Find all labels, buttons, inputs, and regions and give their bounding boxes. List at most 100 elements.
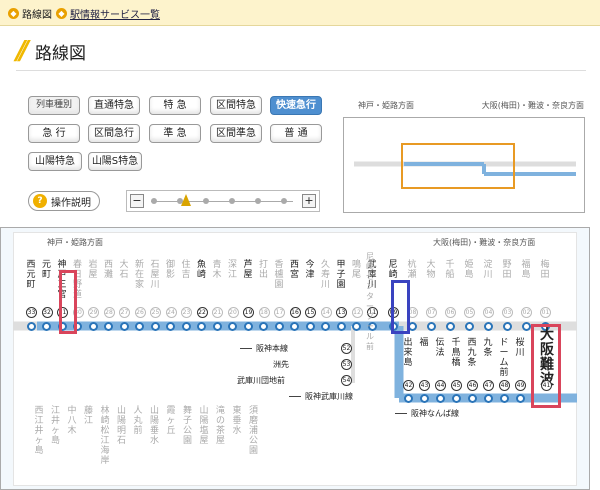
train-type-button[interactable]: 山陽特急 <box>28 152 82 171</box>
zoom-in-button[interactable]: + <box>302 194 316 208</box>
sanyo-station-name[interactable]: 山陽垂水 <box>149 406 161 446</box>
station-dot[interactable] <box>135 321 144 331</box>
breadcrumb-link-label[interactable]: 駅情報サービス一覧 <box>70 6 160 21</box>
namba-station-name[interactable]: 桜川 <box>514 338 526 358</box>
station-name[interactable]: 鳴尾 <box>351 260 363 280</box>
namba-station-name[interactable]: 九条 <box>482 338 494 358</box>
branch-station-name[interactable]: 洲先 <box>273 360 289 370</box>
sanyo-station-name[interactable]: 滝の茶屋 <box>215 406 227 446</box>
station-name[interactable]: 淀川 <box>482 260 494 280</box>
station-name[interactable]: 魚崎 <box>196 260 208 280</box>
station-dot[interactable] <box>336 321 346 331</box>
breadcrumb-link[interactable]: ◆ 駅情報サービス一覧 <box>56 6 160 21</box>
namba-station-dot[interactable] <box>435 393 445 403</box>
station-dot[interactable] <box>290 321 299 331</box>
namba-station-dot[interactable] <box>515 393 525 403</box>
sanyo-station-name[interactable]: 霞ヶ丘 <box>165 406 177 436</box>
station-name[interactable]: 杭瀬 <box>406 260 418 280</box>
sanyo-station-name[interactable]: 山陽明石 <box>116 406 128 446</box>
station-dot[interactable] <box>464 321 474 331</box>
station-dot[interactable] <box>426 321 436 331</box>
station-name[interactable]: 石屋川 <box>149 260 161 290</box>
train-type-button[interactable]: 急 行 <box>28 124 80 143</box>
namba-station-name[interactable]: ドーム前 <box>498 338 510 378</box>
station-name[interactable]: 梅田 <box>539 260 551 280</box>
zoom-step-dot[interactable] <box>255 198 261 204</box>
station-name[interactable]: 野田 <box>501 260 513 280</box>
zoom-step-dot[interactable] <box>281 198 287 204</box>
sanyo-station-name[interactable]: 西江井ヶ島 <box>33 406 45 456</box>
station-dot[interactable] <box>445 321 455 331</box>
namba-station-name[interactable]: 伝法 <box>434 338 446 358</box>
namba-station-dot[interactable] <box>467 393 477 403</box>
station-name[interactable]: 大石 <box>118 260 130 280</box>
namba-station-name[interactable]: 千鳥橋 <box>450 338 462 368</box>
station-dot[interactable] <box>212 321 222 331</box>
station-dot[interactable] <box>181 321 191 331</box>
namba-station-dot[interactable] <box>499 393 509 403</box>
sanyo-station-name[interactable]: 中八木 <box>66 406 78 436</box>
station-dot[interactable] <box>502 321 512 331</box>
station-dot[interactable] <box>150 321 160 331</box>
namba-station-dot[interactable] <box>419 393 429 403</box>
sanyo-station-name[interactable]: 東垂水 <box>231 406 243 436</box>
namba-station-name[interactable]: 福 <box>418 338 430 348</box>
minimap[interactable]: 神戸・姫路方面 大阪(梅田)・難波・奈良方面 <box>343 101 585 213</box>
branch-station-name[interactable]: 武庫川団地前 <box>237 376 285 386</box>
help-button[interactable]: ? 操作説明 <box>28 191 100 211</box>
station-name[interactable]: 大物 <box>425 260 437 280</box>
station-name[interactable]: 深江 <box>227 260 239 280</box>
station-name[interactable]: 住吉 <box>180 260 192 280</box>
station-dot[interactable] <box>274 321 284 331</box>
zoom-step-dot[interactable] <box>229 198 235 204</box>
station-name[interactable]: 芦屋 <box>242 260 254 280</box>
station-name[interactable]: 青木 <box>211 260 223 280</box>
sanyo-station-name[interactable]: 人丸前 <box>132 406 144 436</box>
sanyo-station-name[interactable]: 藤江 <box>83 406 95 426</box>
zoom-slider[interactable]: − + <box>126 190 320 212</box>
station-name[interactable]: 西灘 <box>103 260 115 280</box>
station-dot[interactable] <box>352 321 361 331</box>
station-dot[interactable] <box>321 321 330 331</box>
station-name[interactable]: 打出 <box>258 260 270 280</box>
station-dot[interactable] <box>228 321 237 331</box>
station-dot[interactable] <box>104 321 113 331</box>
sanyo-station-name[interactable]: 林崎松江海岸 <box>99 406 111 466</box>
station-name[interactable]: 甲子園 <box>335 260 347 290</box>
station-dot[interactable] <box>166 321 175 331</box>
train-type-button[interactable]: 特 急 <box>149 96 201 115</box>
sanyo-station-name[interactable]: 舞子公園 <box>182 406 194 446</box>
namba-station-name[interactable]: 西九条 <box>466 338 478 368</box>
station-name[interactable]: 久寿川 <box>320 260 332 290</box>
station-name[interactable]: 千船 <box>444 260 456 280</box>
zoom-handle[interactable] <box>181 194 191 206</box>
sanyo-station-name[interactable]: 江井ヶ島 <box>50 406 62 446</box>
train-type-button[interactable]: 準 急 <box>149 124 201 143</box>
breadcrumb-home[interactable]: ◆ 路線図 <box>8 6 52 21</box>
station-dot[interactable] <box>305 321 315 331</box>
namba-station-dot[interactable] <box>483 393 493 403</box>
station-name[interactable]: 元町 <box>41 260 53 280</box>
station-name[interactable]: 西元町 <box>25 260 37 290</box>
train-type-button[interactable]: 快速急行 <box>270 96 322 115</box>
station-dot[interactable] <box>26 321 36 331</box>
station-dot[interactable] <box>119 321 129 331</box>
station-dot[interactable] <box>197 321 206 331</box>
station-name[interactable]: 御影 <box>165 260 177 280</box>
station-name[interactable]: 香櫨園 <box>273 260 285 290</box>
train-type-button[interactable]: 山陽S特急 <box>88 152 142 171</box>
namba-station-dot[interactable] <box>451 393 461 403</box>
train-type-button[interactable]: 区間特急 <box>210 96 262 115</box>
station-name[interactable]: 福島 <box>520 260 532 280</box>
station-name[interactable]: 岩屋 <box>87 260 99 280</box>
train-type-button[interactable]: 区間準急 <box>210 124 262 143</box>
station-dot[interactable] <box>483 321 493 331</box>
route-map[interactable]: 神戸・姫路方面 大阪(梅田)・難波・奈良方面 西元町 33 元町 32 神戸三宮 31 春日… <box>0 227 590 490</box>
sanyo-station-name[interactable]: 須磨浦公園 <box>248 406 260 456</box>
station-name[interactable]: 尼崎 <box>387 260 399 280</box>
namba-station-dot[interactable] <box>403 393 413 403</box>
namba-station-name[interactable]: 出来島 <box>402 338 414 368</box>
station-dot[interactable] <box>42 321 51 331</box>
zoom-step-dot[interactable] <box>151 198 157 204</box>
sanyo-station-name[interactable]: 山陽塩屋 <box>198 406 210 446</box>
